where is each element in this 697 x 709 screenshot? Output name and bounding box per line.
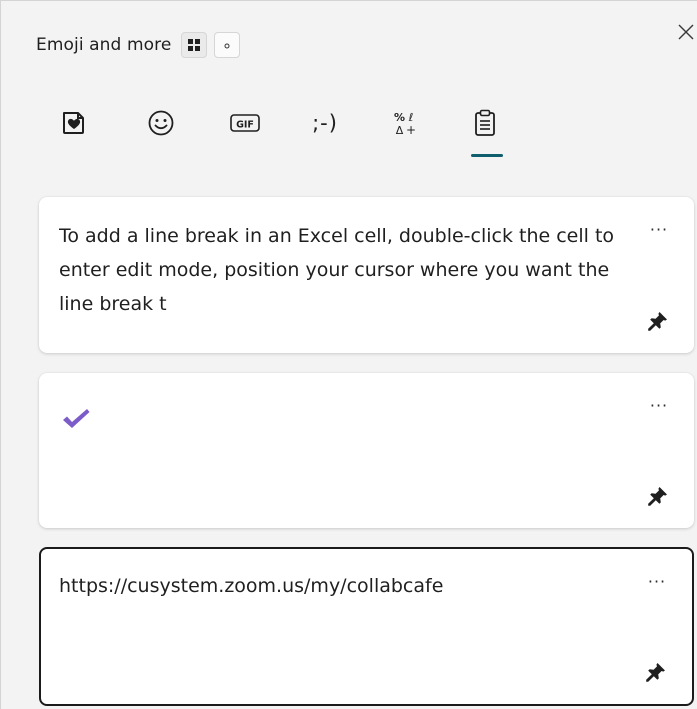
clipboard-item-text: https://cusystem.zoom.us/my/collabcafe: [59, 575, 444, 597]
pin-icon: [648, 312, 667, 331]
clipboard-item[interactable]: To add a line break in an Excel cell, do…: [39, 197, 694, 353]
pin-button[interactable]: [644, 307, 672, 335]
grid-view-button[interactable]: [181, 32, 208, 58]
panel-header: Emoji and more: [36, 29, 247, 61]
heart-sticker-icon: [63, 112, 84, 134]
kaomoji-label: ;-): [312, 111, 338, 135]
gif-icon: GIF: [230, 114, 260, 132]
pin-button[interactable]: [642, 658, 670, 686]
close-icon: [678, 24, 694, 40]
close-button[interactable]: [675, 21, 697, 43]
smiley-icon: [148, 110, 174, 136]
clipboard-item-text: To add a line break in an Excel cell, do…: [59, 225, 615, 315]
emoji-panel: Emoji and more GIF ;-) % ℓ Δ + To add a …: [0, 0, 697, 709]
compact-dot-icon: [224, 43, 230, 49]
tab-kaomoji[interactable]: ;-): [297, 97, 353, 149]
tab-symbols[interactable]: % ℓ Δ +: [379, 97, 435, 149]
clipboard-item-selected[interactable]: https://cusystem.zoom.us/my/collabcafe ·…: [39, 547, 694, 706]
compact-view-button[interactable]: [214, 32, 241, 58]
tab-clipboard[interactable]: [457, 97, 513, 149]
clipboard-icon: [475, 109, 495, 136]
svg-text:Δ: Δ: [396, 124, 404, 137]
more-options-button[interactable]: ···: [644, 217, 674, 241]
svg-text:+: +: [406, 123, 416, 137]
active-tab-indicator: [471, 154, 503, 157]
tab-most-used[interactable]: [45, 97, 101, 149]
panel-title: Emoji and more: [36, 35, 172, 55]
more-options-button[interactable]: ···: [642, 569, 672, 593]
tab-emoji[interactable]: [133, 97, 189, 149]
clipboard-item[interactable]: ···: [39, 373, 694, 528]
checkmark-icon: [61, 407, 91, 435]
svg-text:%: %: [394, 111, 405, 124]
category-tabs: GIF ;-) % ℓ Δ +: [45, 97, 525, 167]
svg-text:GIF: GIF: [236, 120, 254, 131]
pin-icon: [646, 663, 665, 682]
symbols-icon: % ℓ Δ +: [394, 111, 416, 137]
grid-icon: [188, 39, 201, 51]
more-icon: ···: [649, 219, 669, 239]
pin-icon: [648, 487, 667, 506]
more-icon: ···: [647, 571, 667, 591]
more-options-button[interactable]: ···: [644, 393, 674, 417]
tab-gif[interactable]: GIF: [217, 97, 273, 149]
pin-button[interactable]: [644, 482, 672, 510]
more-icon: ···: [649, 395, 669, 415]
